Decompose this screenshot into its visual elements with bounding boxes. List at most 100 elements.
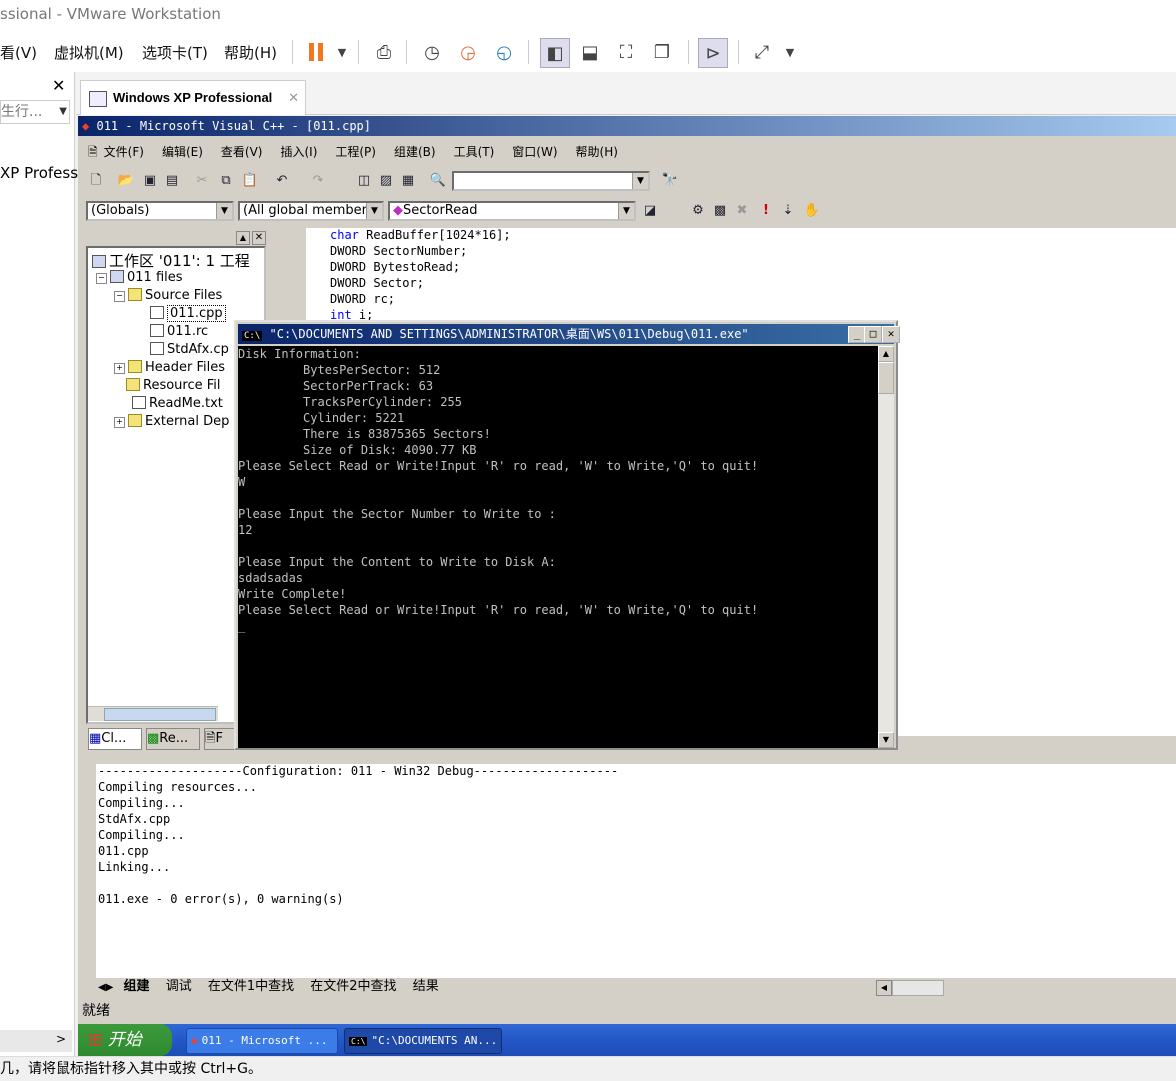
scroll-thumb[interactable] [892,980,944,996]
save-icon[interactable]: ▣ [140,171,160,191]
scroll-thumb[interactable] [104,708,216,721]
close-library-icon[interactable]: ✕ [52,76,65,95]
find-icon[interactable]: 🔭 [660,171,680,191]
vc-menu-help[interactable]: 帮助(H) [576,145,618,159]
save-all-icon[interactable]: ▤ [162,171,182,191]
menu-help[interactable]: 帮助(H) [224,42,277,63]
output-pane[interactable]: --------------------Configuration: 011 -… [96,764,1176,980]
vc-menu-view[interactable]: 查看(V) [221,145,263,159]
class-combo[interactable]: (Globals) ▼ [86,201,234,221]
vc-menu-insert[interactable]: 插入(I) [280,145,317,159]
tree-root[interactable]: 工作区 '011': 1 工程 [92,250,250,271]
wizard-actions-icon[interactable]: ◪ [640,201,660,221]
tree-resource-files[interactable]: Resource Fil [126,378,221,393]
chevron-right-icon[interactable]: ▶ [106,982,114,993]
undo-icon[interactable]: ↶ [272,171,292,191]
compile-icon[interactable]: ⚙ [688,201,708,221]
start-button[interactable]: ⊞ 开始 [78,1024,172,1056]
collapse-icon[interactable]: − [96,273,107,284]
console-view-icon[interactable]: ⊳ [698,38,728,68]
open-icon[interactable]: 📂 [116,171,136,191]
snapshot-manager-icon[interactable]: ◵ [490,38,518,66]
vc-menu-tools[interactable]: 工具(T) [454,145,495,159]
tree-project[interactable]: − 011 files [96,270,183,285]
expand-icon[interactable]: + [114,363,125,374]
stretch-dropdown-icon[interactable]: ▼ [776,38,804,66]
tab-build[interactable]: 组建 [124,979,150,994]
unity-icon[interactable]: ❐ [648,38,676,66]
tree-header-files[interactable]: + Header Files [114,360,225,375]
console-window[interactable]: C:\ "C:\DOCUMENTS AND SETTINGS\ADMINISTR… [234,320,900,750]
find-in-files-icon[interactable]: 🔍 [428,171,448,191]
vc-menu-window[interactable]: 窗口(W) [512,145,557,159]
tab-resourceview[interactable]: ▩Re... [146,728,200,750]
vc-menu-project[interactable]: 工程(P) [335,145,376,159]
tree-file-011rc[interactable]: 011.rc [150,324,208,339]
sidebar-view-icon[interactable]: ◧ [540,38,570,68]
chevron-left-icon[interactable]: ◀ [98,982,106,993]
paste-icon[interactable]: 📋 [240,171,260,191]
scroll-thumb[interactable] [878,362,894,394]
vc-menu-build[interactable]: 组建(B) [394,145,436,159]
cut-icon[interactable]: ✂ [192,171,212,191]
tab-fileview[interactable]: 🗎F [204,728,236,750]
collapse-icon[interactable]: − [114,291,125,302]
tree-source-files[interactable]: − Source Files [114,288,222,303]
close-icon[interactable]: ✕ [882,326,900,343]
tree-hscrollbar[interactable] [88,706,218,721]
find-combo[interactable]: ▼ [452,171,650,191]
console-title-bar[interactable]: C:\ "C:\DOCUMENTS AND SETTINGS\ADMINISTR… [238,324,900,344]
console-output[interactable]: Disk Information: BytesPerSector: 512 Se… [238,346,878,748]
filter-combo[interactable]: (All global members ▼ [238,201,384,221]
chevron-down-icon[interactable]: ▼ [618,203,634,219]
chevron-down-icon[interactable]: ▼ [632,173,648,189]
member-combo[interactable]: ◆SectorRead ▼ [388,201,636,221]
fullscreen-icon[interactable]: ⛶ [612,38,640,66]
expand-icon[interactable]: + [114,417,125,428]
breakpoint-hand-icon[interactable]: ✋ [802,201,822,221]
tree-external[interactable]: + External Dep [114,414,229,429]
tab-debug[interactable]: 调试 [166,979,192,994]
redo-icon[interactable]: ↷ [308,171,328,191]
build-icon[interactable]: ▩ [710,201,730,221]
tab-results[interactable]: 结果 [413,979,439,994]
close-icon[interactable]: ✕ [252,231,266,245]
menu-vm[interactable]: 虚拟机(M) [54,42,124,63]
pause-icon[interactable] [302,38,330,66]
vc-menu-file[interactable]: 文件(F) [104,145,144,159]
pause-dropdown-icon[interactable]: ▼ [328,38,356,66]
stretch-icon[interactable]: ⤢ [748,38,776,66]
scroll-left-icon[interactable]: ◀ [876,980,892,996]
library-search-input[interactable]: 生行... ▼ [0,100,70,124]
maximize-icon[interactable]: □ [864,326,882,343]
window-list-icon[interactable]: ▦ [398,171,418,191]
tab-find1[interactable]: 在文件1中查找 [208,979,294,994]
copy-icon[interactable]: ⧉ [216,171,236,191]
stop-build-icon[interactable]: ✖ [732,201,752,221]
thumbnail-view-icon[interactable]: ⬓ [576,38,604,66]
tab-classview[interactable]: ▦Cl... [88,728,142,750]
chevron-right-icon[interactable]: > [56,1032,66,1046]
chevron-down-icon[interactable]: ▼ [366,203,382,219]
tab-find2[interactable]: 在文件2中查找 [310,979,396,994]
scroll-up-icon[interactable]: ▲ [878,346,894,362]
output-window-icon[interactable]: ▨ [376,171,396,191]
tree-file-stdafx[interactable]: StdAfx.cp [150,342,229,357]
vc-menu-edit[interactable]: 编辑(E) [162,145,203,159]
execute-icon[interactable]: ! [756,201,776,221]
guest-screen[interactable]: ◆ 011 - Microsoft Visual C++ - [011.cpp]… [78,116,1176,1056]
taskbar-item-vc[interactable]: ◆ 011 - Microsoft ... [186,1028,338,1054]
debug-go-icon[interactable]: ⇣ [778,201,798,221]
tree-file-011cpp[interactable]: 011.cpp [150,305,226,322]
tree-readme[interactable]: ReadMe.txt [132,396,223,411]
workspace-icon[interactable]: ◫ [354,171,374,191]
menu-tabs[interactable]: 选项卡(T) [142,42,208,63]
vm-tab[interactable]: Windows XP Professional ✕ [80,80,306,115]
close-tab-icon[interactable]: ✕ [288,81,299,115]
snapshot-icon[interactable]: ◷ [418,38,446,66]
new-file-icon[interactable]: 🗋 [86,171,106,191]
menu-view[interactable]: 看(V) [0,42,37,63]
send-ctrl-alt-del-icon[interactable]: ⎙ [370,38,398,66]
scroll-down-icon[interactable]: ▼ [878,732,894,748]
chevron-down-icon[interactable]: ▼ [216,203,232,219]
